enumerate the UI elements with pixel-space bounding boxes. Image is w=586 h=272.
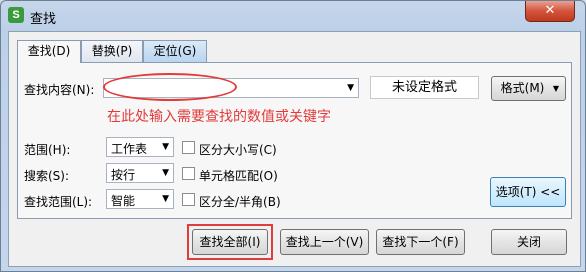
find-panel: 查找内容(N): ▼ 未设定格式 格式(M) ▼ 在此处输入需要查找的数值或关键… bbox=[17, 62, 572, 219]
match-cell-checkbox[interactable] bbox=[182, 167, 195, 180]
chevron-down-icon: ▼ bbox=[162, 168, 169, 178]
search-value: 按行 bbox=[111, 168, 136, 182]
find-what-label: 查找内容(N): bbox=[24, 83, 95, 97]
tab-replace[interactable]: 替换(P) bbox=[81, 40, 143, 62]
match-case-label[interactable]: 区分大小写(C) bbox=[199, 141, 277, 158]
find-all-button[interactable]: 查找全部(I) bbox=[192, 229, 268, 255]
annotation-ellipse bbox=[103, 73, 237, 101]
format-button[interactable]: 格式(M) ▼ bbox=[491, 76, 566, 101]
scope-value: 工作表 bbox=[111, 142, 148, 156]
match-width-checkbox[interactable] bbox=[182, 193, 195, 206]
look-in-label: 查找范围(L): bbox=[24, 195, 93, 209]
close-button[interactable]: 关闭 bbox=[491, 229, 567, 255]
look-in-value: 智能 bbox=[111, 194, 136, 208]
dialog-title: 查找 bbox=[30, 12, 57, 27]
chevron-down-icon: ▼ bbox=[162, 194, 169, 204]
title-bar: S 查找 ✕ bbox=[1, 1, 585, 31]
find-dialog: S 查找 ✕ 查找(D) 替换(P) 定位(G) 查找内容(N): ▼ 未设定格… bbox=[0, 0, 586, 272]
tab-find[interactable]: 查找(D) bbox=[17, 40, 81, 63]
app-icon: S bbox=[8, 7, 24, 23]
format-status: 未设定格式 bbox=[370, 76, 479, 99]
search-label: 搜索(S): bbox=[24, 169, 70, 183]
search-select[interactable]: 按行 ▼ bbox=[106, 163, 174, 183]
scope-label: 范围(H): bbox=[24, 143, 71, 157]
options-button[interactable]: 选项(T) << bbox=[490, 177, 566, 207]
chevron-down-icon: ▼ bbox=[162, 142, 169, 152]
chevron-down-icon: ▼ bbox=[552, 84, 559, 93]
annotation-text: 在此处输入需要查找的数值或关键字 bbox=[107, 109, 331, 125]
find-next-button[interactable]: 查找下一个(F) bbox=[376, 229, 465, 255]
match-width-label[interactable]: 区分全/半角(B) bbox=[199, 193, 281, 210]
match-cell-label[interactable]: 单元格匹配(O) bbox=[199, 167, 278, 184]
format-button-label: 格式(M) bbox=[500, 81, 545, 95]
look-in-select[interactable]: 智能 ▼ bbox=[106, 189, 174, 209]
dialog-body: 查找(D) 替换(P) 定位(G) 查找内容(N): ▼ 未设定格式 格式(M)… bbox=[8, 31, 581, 267]
match-case-checkbox[interactable] bbox=[182, 141, 195, 154]
chevron-down-icon[interactable]: ▼ bbox=[347, 83, 354, 93]
find-previous-button[interactable]: 查找上一个(V) bbox=[280, 229, 369, 255]
close-icon[interactable]: ✕ bbox=[525, 1, 575, 22]
scope-select[interactable]: 工作表 ▼ bbox=[106, 137, 174, 157]
tab-goto[interactable]: 定位(G) bbox=[143, 40, 207, 62]
